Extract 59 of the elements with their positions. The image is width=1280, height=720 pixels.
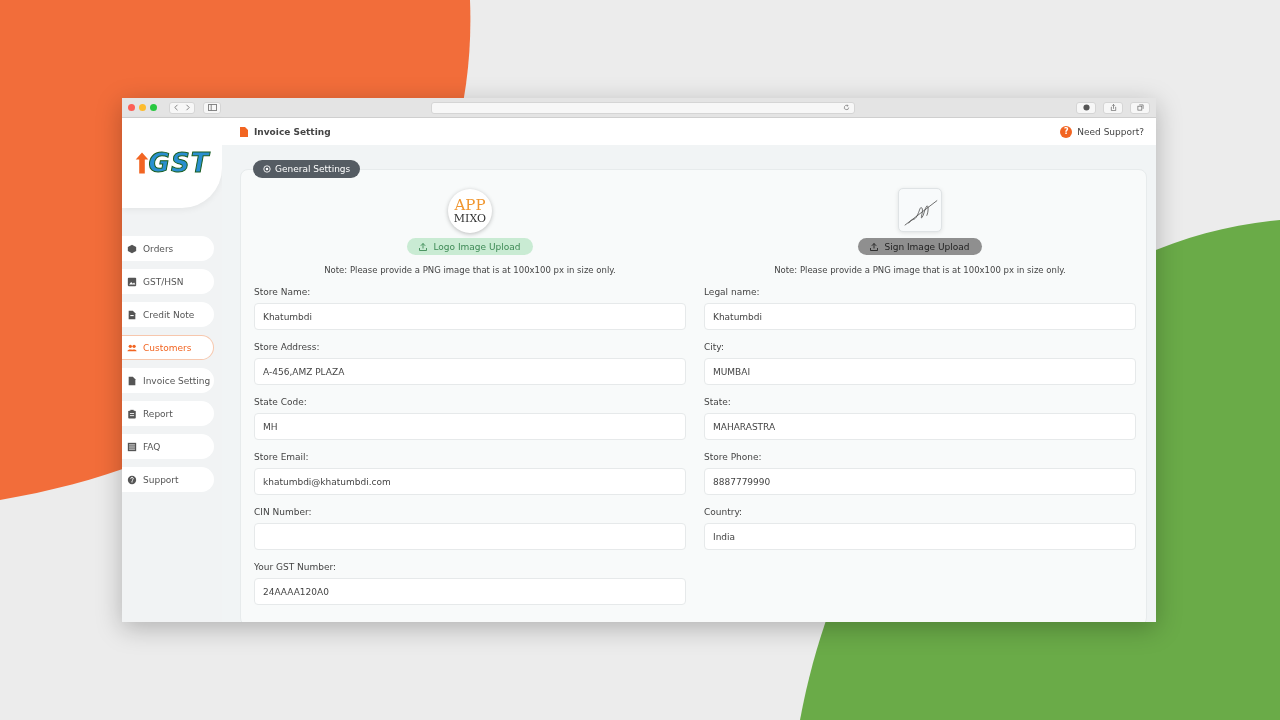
field-label: State Code:	[254, 397, 308, 408]
document-icon	[127, 309, 137, 320]
text-field[interactable]: A-456,AMZ PLAZA	[254, 358, 686, 385]
text-field[interactable]: MH	[254, 413, 686, 440]
sidebar-item[interactable]: FAQ	[122, 434, 214, 459]
sidebar-item[interactable]: Support	[122, 467, 214, 492]
text-field[interactable]: India	[704, 523, 1136, 550]
upload-note: Note: Please provide a PNG image that is at 100x100 px in size only.	[324, 265, 616, 275]
support-link[interactable]: Need Support?	[1077, 126, 1144, 137]
image-icon	[127, 276, 137, 287]
sidebar-item[interactable]: Orders	[122, 236, 214, 261]
company-logo: APP MIXO	[448, 189, 492, 233]
page-title: Invoice Setting	[254, 126, 332, 137]
field-label: CIN Number:	[254, 507, 313, 518]
clipboard-icon	[127, 408, 137, 419]
settings-icon	[263, 165, 271, 173]
minimize-icon[interactable]	[139, 104, 146, 111]
reload-icon[interactable]	[843, 104, 850, 111]
text-field[interactable]: Khatumbdi	[254, 303, 686, 330]
list-icon	[127, 441, 137, 452]
text-field[interactable]: 24AAAA120A0	[254, 578, 686, 605]
field-label: Your GST Number:	[254, 562, 338, 573]
field-label: Legal name:	[704, 287, 761, 298]
sidebar-item[interactable]: Credit Note	[122, 302, 214, 327]
close-icon[interactable]	[128, 104, 135, 111]
field-label: Country:	[704, 507, 744, 518]
upload-note: Note: Please provide a PNG image that is at 100x100 px in size only.	[774, 265, 1066, 275]
sidebar-item[interactable]: Invoice Setting	[122, 368, 214, 393]
document-icon	[240, 126, 248, 137]
box-icon	[127, 243, 137, 254]
back-forward-buttons[interactable]	[169, 101, 195, 114]
maximize-icon[interactable]	[150, 104, 157, 111]
upload-button[interactable]: Sign Image Upload	[858, 238, 982, 255]
field-label: Store Address:	[254, 342, 321, 353]
field-label: Store Phone:	[704, 452, 763, 463]
tabs-icon[interactable]	[1130, 101, 1150, 114]
help-icon	[127, 474, 137, 485]
text-field[interactable]: MUMBAI	[704, 358, 1136, 385]
sidebar-item[interactable]: Report	[122, 401, 214, 426]
field-label: State:	[704, 397, 732, 408]
share-icon[interactable]	[1103, 101, 1123, 114]
text-field[interactable]	[254, 523, 686, 550]
address-bar[interactable]	[431, 101, 855, 114]
file-icon	[127, 375, 137, 386]
upload-button[interactable]: Logo Image Upload	[407, 238, 533, 255]
sidebar-toggle-icon[interactable]	[203, 101, 221, 114]
section-tab[interactable]: General Settings	[253, 160, 361, 178]
text-field[interactable]: 8887779990	[704, 468, 1136, 495]
field-label: Store Email:	[254, 452, 310, 463]
text-field[interactable]: khatumbdi@khatumbdi.com	[254, 468, 686, 495]
upload-icon	[870, 242, 879, 251]
text-field[interactable]: Khatumbdi	[704, 303, 1136, 330]
field-label: Store Name:	[254, 287, 312, 298]
upload-icon	[419, 242, 428, 251]
people-icon	[127, 342, 137, 353]
text-field[interactable]: MAHARASTRA	[704, 413, 1136, 440]
field-label: City:	[704, 342, 726, 353]
sidebar-item[interactable]: GST/HSN	[122, 269, 214, 294]
gst-logo: GST	[122, 118, 222, 208]
